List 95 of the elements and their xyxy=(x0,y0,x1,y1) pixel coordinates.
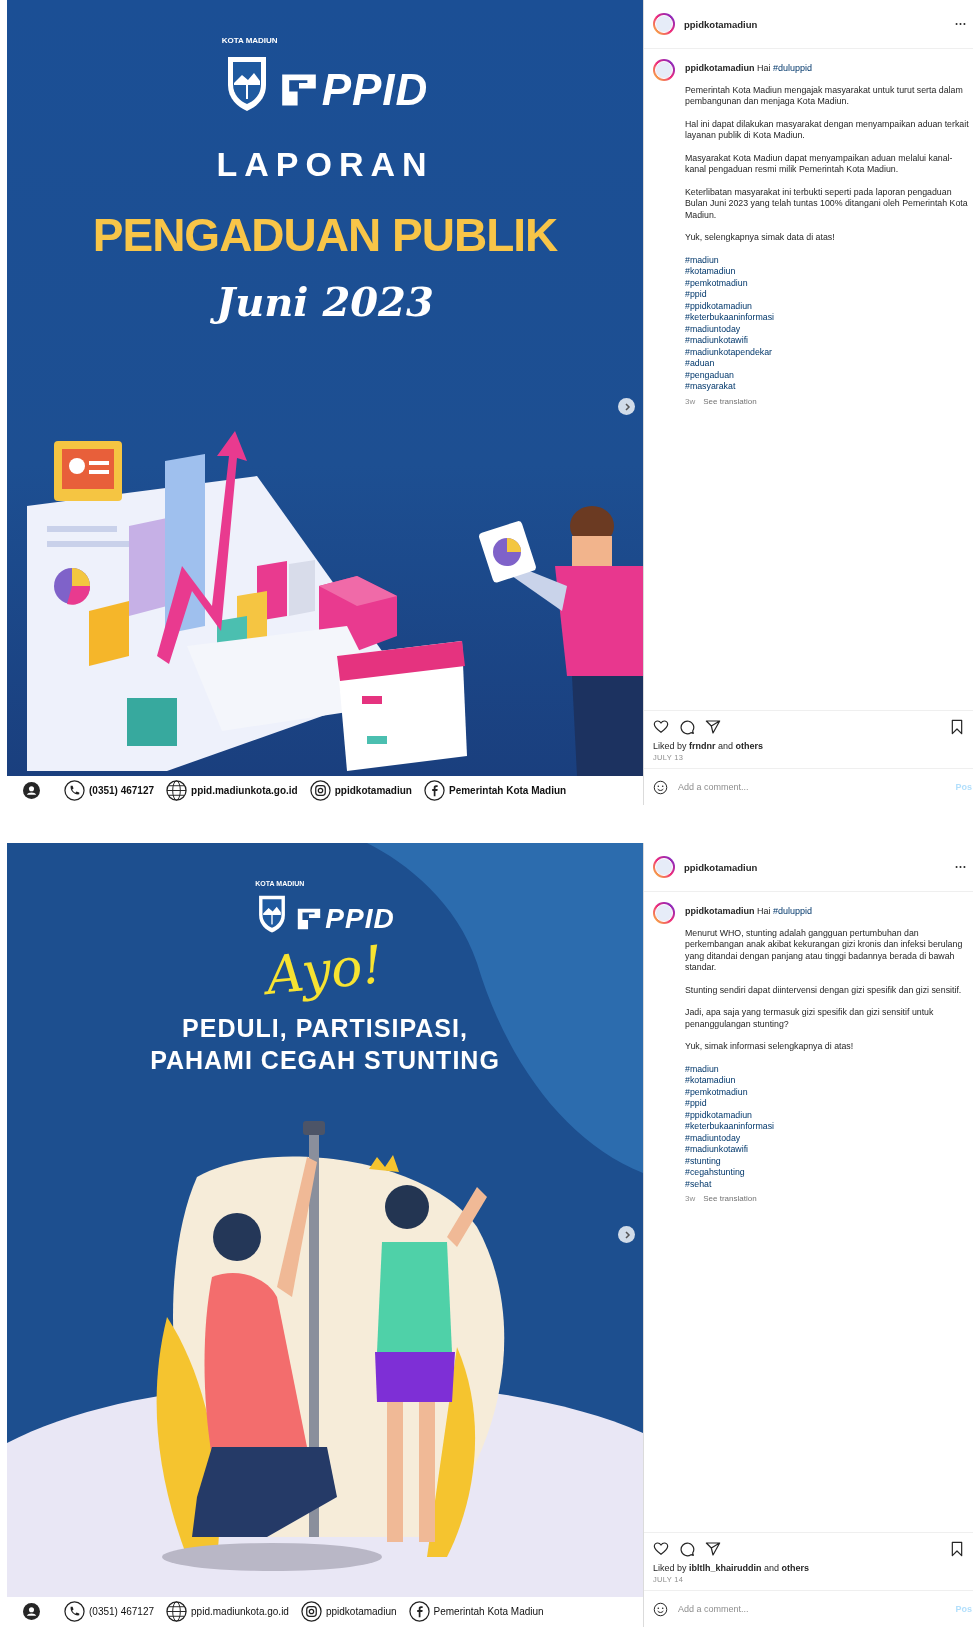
caption-lead: ppidkotamadiun Hai #duluppid xyxy=(685,906,813,918)
contact-text: (0351) 467127 xyxy=(89,1606,155,1617)
post-age: 3w xyxy=(685,1193,696,1205)
next-button[interactable] xyxy=(618,1226,635,1243)
emoji-icon[interactable] xyxy=(653,779,668,795)
caption-paragraph: Stunting sendiri dapat diintervensi dengan gizi spesifik dan gizi sensitif. xyxy=(685,984,962,996)
hashtag-link[interactable]: #sehat xyxy=(685,1178,712,1190)
avatar-icon[interactable] xyxy=(653,856,675,878)
caption-lead: ppidkotamadiun Hai #duluppid xyxy=(685,63,813,75)
hashtag-link[interactable]: #pemkotmadiun xyxy=(685,277,748,289)
facebook-icon xyxy=(423,780,445,801)
instagram-icon xyxy=(300,1601,322,1622)
hashtag-link[interactable]: #madiuntoday xyxy=(685,1132,741,1144)
hashtag-link[interactable]: #duluppid xyxy=(773,906,813,916)
globe-icon xyxy=(166,780,188,801)
emoji-icon[interactable] xyxy=(653,1601,668,1617)
hashtag-link[interactable]: #ppidkotamadiun xyxy=(685,1109,752,1121)
hashtag-link[interactable]: #stunting xyxy=(685,1155,721,1167)
hashtag-link[interactable]: #pengaduan xyxy=(685,369,734,381)
caption-paragraph: Masyarakat Kota Madiun dapat menyampaikan aduan melalui kanal-kanal pengaduan resmi milik Pemerintah Kota Madiun. xyxy=(685,152,954,176)
likes-text: Liked by frndnr and others xyxy=(652,741,765,751)
comment-field[interactable]: Add a comment... xyxy=(678,782,946,792)
bookmark-icon[interactable] xyxy=(949,719,965,735)
heart-icon[interactable] xyxy=(653,1541,669,1557)
comment-field[interactable]: Add a comment... xyxy=(678,1604,946,1614)
hashtag-link[interactable]: #madiunkotawifi xyxy=(685,335,749,347)
logo-text: PPID xyxy=(325,904,395,934)
hashtag-link[interactable]: #keterbukaaninformasi xyxy=(685,1121,774,1133)
hashtag-link[interactable]: #masyarakat xyxy=(685,381,736,393)
user-tag-icon[interactable] xyxy=(23,782,40,799)
hashtag-link[interactable]: #ppid xyxy=(685,289,707,301)
org-label: KOTA MADIUN xyxy=(221,36,278,46)
avatar-icon[interactable] xyxy=(653,13,675,35)
logo-text: PPID xyxy=(321,67,429,113)
phone-icon xyxy=(64,780,85,801)
caption-paragraph: Hal ini dapat dilakukan masyarakat dengan menyampaikan aduan terkait layanan publik di Kota Madiun. xyxy=(685,118,970,142)
hashtag-link[interactable]: #madiunkotapendekar xyxy=(685,346,773,358)
hashtag-link[interactable]: #duluppid xyxy=(773,63,813,73)
phone-icon xyxy=(64,1601,85,1622)
avatar-icon[interactable] xyxy=(653,902,675,924)
calendar-icon xyxy=(337,641,467,771)
contact-text: ppid.madiunkota.go.id xyxy=(191,1606,289,1617)
hashtag-link[interactable]: #madiun xyxy=(685,254,719,266)
contact-text: ppidkotamadiun xyxy=(334,785,412,796)
message-card-icon xyxy=(54,441,122,501)
post-age: 3w xyxy=(685,395,696,407)
next-button[interactable] xyxy=(618,398,635,415)
hashtag-link[interactable]: #pemkotmadiun xyxy=(685,1086,748,1098)
caption-paragraph: Jadi, apa saja yang termasuk gizi spesifik dan gizi sensitif untuk penanggulangan stunting? xyxy=(685,1007,935,1030)
share-icon[interactable] xyxy=(705,719,721,735)
hashtag-link[interactable]: #kotamadiun xyxy=(685,266,736,278)
caption-paragraph: Pemerintah Kota Madiun mengajak masyarakat untuk turut serta dalam pembangunan dan menjaga Kota Madiun. xyxy=(685,84,964,108)
poster-subtitle: Juni 2023 xyxy=(208,276,442,328)
globe-icon xyxy=(166,1601,188,1622)
hashtag-link[interactable]: #madiun xyxy=(685,1063,719,1075)
poster-headline: PAHAMI CEGAH STUNTING xyxy=(150,1045,500,1076)
contact-text: (0351) 467127 xyxy=(89,785,155,796)
heart-icon[interactable] xyxy=(653,719,669,735)
caption-paragraph: Yuk, selengkapnya simak data di atas! xyxy=(685,232,835,244)
hashtag-link[interactable]: #madiuntoday xyxy=(685,323,741,335)
hashtag-link[interactable]: #aduan xyxy=(685,358,715,370)
more-options-icon[interactable] xyxy=(955,865,966,869)
comment-icon[interactable] xyxy=(679,719,695,735)
hashtag-link[interactable]: #ppid xyxy=(685,1098,707,1110)
caption-paragraph: Menurut WHO, stunting adalah gangguan pertumbuhan dan perkembangan anak akibat kekurangan gizi kronis dan infeksi berulang yang ditandai dengan panjang atau tinggi badannya berada di bawah standar. xyxy=(685,927,964,974)
poster-headline: PEDULI, PARTISIPASI, xyxy=(182,1013,468,1044)
hashtag-link[interactable]: #ppidkotamadiun xyxy=(685,300,752,312)
cube-drawing xyxy=(127,698,177,746)
facebook-icon xyxy=(408,1601,430,1622)
caption-paragraph: Yuk, simak informasi selengkapnya di atas! xyxy=(685,1041,854,1053)
avatar-icon[interactable] xyxy=(653,59,675,81)
username-link[interactable]: ppidkotamadiun xyxy=(684,18,758,30)
caption-paragraph: Keterlibatan masyarakat ini terbukti seperti pada laporan pengaduan Bulan Juni 2023 yang telah tuntas 100% ditangani oleh Pemerintah Kota Madiun. xyxy=(685,186,969,221)
username-link[interactable]: ppidkotamadiun xyxy=(684,861,758,873)
see-translation-link[interactable]: See translation xyxy=(703,1193,757,1205)
share-icon[interactable] xyxy=(705,1541,721,1557)
poster-exclamation: Ayo! xyxy=(263,934,387,1006)
contact-text: Pemerintah Kota Madiun xyxy=(448,785,567,796)
contact-text: Pemerintah Kota Madiun xyxy=(433,1606,544,1617)
see-translation-link[interactable]: See translation xyxy=(703,395,757,407)
comment-icon[interactable] xyxy=(679,1541,695,1557)
contact-text: ppidkotamadiun xyxy=(325,1606,397,1617)
hashtag-link[interactable]: #keterbukaaninformasi xyxy=(685,312,774,324)
poster-headline: PENGADUAN PUBLIK xyxy=(92,208,558,262)
poster-title: LAPORAN xyxy=(216,145,434,184)
more-options-icon[interactable] xyxy=(955,22,966,26)
bookmark-icon[interactable] xyxy=(949,1541,965,1557)
user-tag-icon[interactable] xyxy=(23,1603,40,1620)
hashtag-link[interactable]: #kotamadiun xyxy=(685,1075,736,1087)
likes-text: Liked by ibltlh_khairuddin and others xyxy=(652,1563,811,1573)
hashtag-link[interactable]: #cegahstunting xyxy=(685,1167,745,1179)
pie-chart-icon xyxy=(54,568,90,605)
contact-text: ppid.madiunkota.go.id xyxy=(191,785,298,796)
hashtag-link[interactable]: #madiunkotawifi xyxy=(685,1144,749,1156)
instagram-icon xyxy=(309,780,331,801)
